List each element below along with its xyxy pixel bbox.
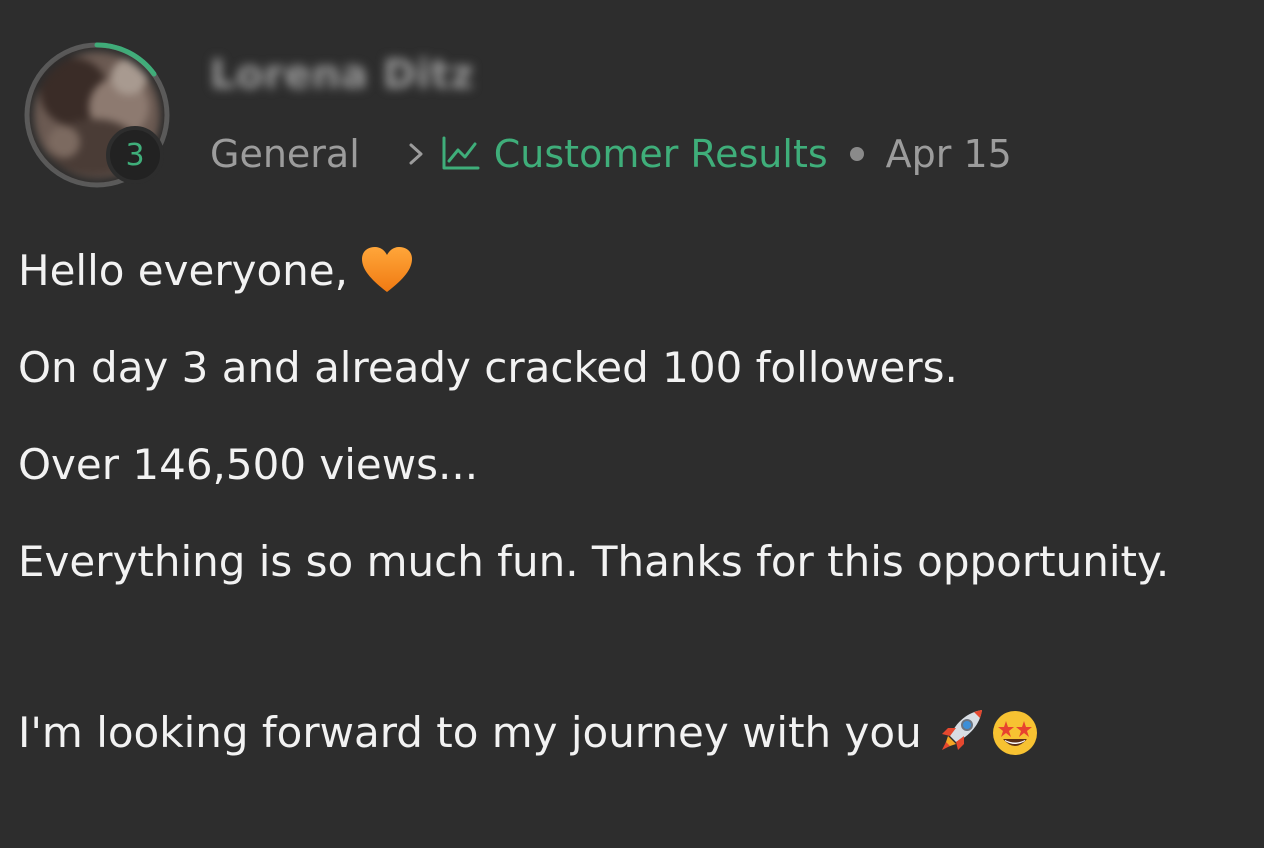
- channel-label: Customer Results: [493, 132, 828, 176]
- rocket-icon: [934, 706, 986, 758]
- body-text-closing: I'm looking forward to my journey with y…: [18, 707, 922, 757]
- post-meta: General Customer Results Apr 15: [210, 130, 1012, 178]
- body-text-greeting: Hello everyone,: [18, 245, 348, 295]
- chevron-right-icon: [406, 139, 426, 169]
- body-line: Everything is so much fun. Thanks for th…: [18, 536, 1170, 586]
- avatar[interactable]: 3: [22, 40, 172, 190]
- level-badge: 3: [106, 126, 164, 184]
- orange-heart-icon: [360, 245, 414, 295]
- channel-link[interactable]: Customer Results: [440, 132, 828, 176]
- body-line: Hello everyone,: [18, 240, 414, 300]
- trend-chart-icon: [440, 136, 480, 172]
- post-card: 3 Lorena Ditz General Customer Results A…: [0, 0, 1264, 848]
- separator-dot: [849, 147, 864, 161]
- star-struck-icon: [990, 707, 1040, 757]
- category-label[interactable]: General: [210, 132, 360, 176]
- author-name[interactable]: Lorena Ditz: [210, 52, 474, 98]
- post-date[interactable]: Apr 15: [886, 132, 1012, 176]
- body-line: On day 3 and already cracked 100 followe…: [18, 342, 958, 392]
- body-line: I'm looking forward to my journey with y…: [18, 702, 1040, 762]
- body-line: Over 146,500 views...: [18, 439, 479, 489]
